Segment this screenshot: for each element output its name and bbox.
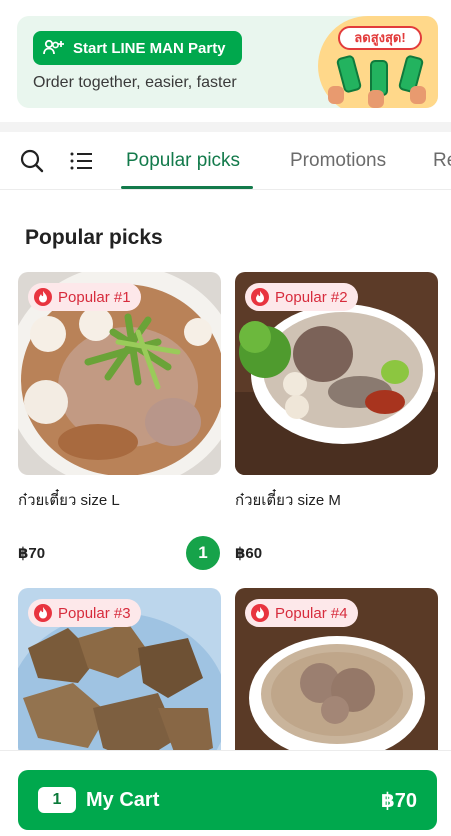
category-tabbar: Popular picks Promotions Re — [0, 132, 451, 190]
tab-promotions[interactable]: Promotions — [290, 150, 386, 172]
cart-count: 1 — [38, 787, 76, 813]
group-add-icon — [43, 39, 64, 55]
food-image: Popular #1 — [18, 272, 221, 475]
food-image: Popular #2 — [235, 272, 438, 475]
popular-badge: Popular #4 — [245, 599, 358, 627]
flame-icon — [34, 604, 52, 622]
popular-badge: Popular #2 — [245, 283, 358, 311]
active-tab-indicator — [121, 186, 253, 189]
section-title: Popular picks — [25, 226, 163, 249]
popular-badge-label: Popular #4 — [275, 604, 348, 622]
promo-bubble: ลดสูงสุด! — [338, 26, 422, 50]
item-name: ก๋วยเตี๋ยว size M — [235, 492, 341, 509]
menu-item-card[interactable]: Popular #1 ก๋วยเตี๋ยว size L ฿70 1 — [18, 272, 221, 570]
item-price: ฿70 — [18, 545, 46, 562]
flame-icon — [251, 288, 269, 306]
my-cart-button[interactable]: 1 My Cart ฿70 — [18, 770, 437, 830]
cart-total: ฿70 — [380, 789, 417, 812]
section-divider — [0, 122, 451, 132]
tab-partial[interactable]: Re — [433, 150, 451, 172]
start-party-button[interactable]: Start LINE MAN Party — [33, 31, 242, 65]
banner-tagline: Order together, easier, faster — [33, 74, 237, 91]
popular-badge: Popular #3 — [28, 599, 141, 627]
quantity-badge[interactable]: 1 — [186, 536, 220, 570]
flame-icon — [251, 604, 269, 622]
popular-badge: Popular #1 — [28, 283, 141, 311]
flame-icon — [34, 288, 52, 306]
cart-label: My Cart — [86, 788, 160, 811]
list-icon[interactable] — [69, 148, 95, 174]
search-icon[interactable] — [19, 148, 45, 174]
start-party-label: Start LINE MAN Party — [73, 39, 226, 57]
promo-illustration: ลดสูงสุด! — [314, 16, 438, 108]
popular-badge-label: Popular #2 — [275, 288, 348, 306]
party-banner[interactable]: Start LINE MAN Party Order together, eas… — [17, 16, 438, 108]
tab-popular-picks[interactable]: Popular picks — [126, 150, 240, 172]
menu-item-card[interactable]: Popular #2 ก๋วยเตี๋ยว size M ฿60 — [235, 272, 438, 562]
item-name: ก๋วยเตี๋ยว size L — [18, 492, 120, 509]
popular-badge-label: Popular #3 — [58, 604, 131, 622]
popular-badge-label: Popular #1 — [58, 288, 131, 306]
item-price: ฿60 — [235, 545, 263, 562]
